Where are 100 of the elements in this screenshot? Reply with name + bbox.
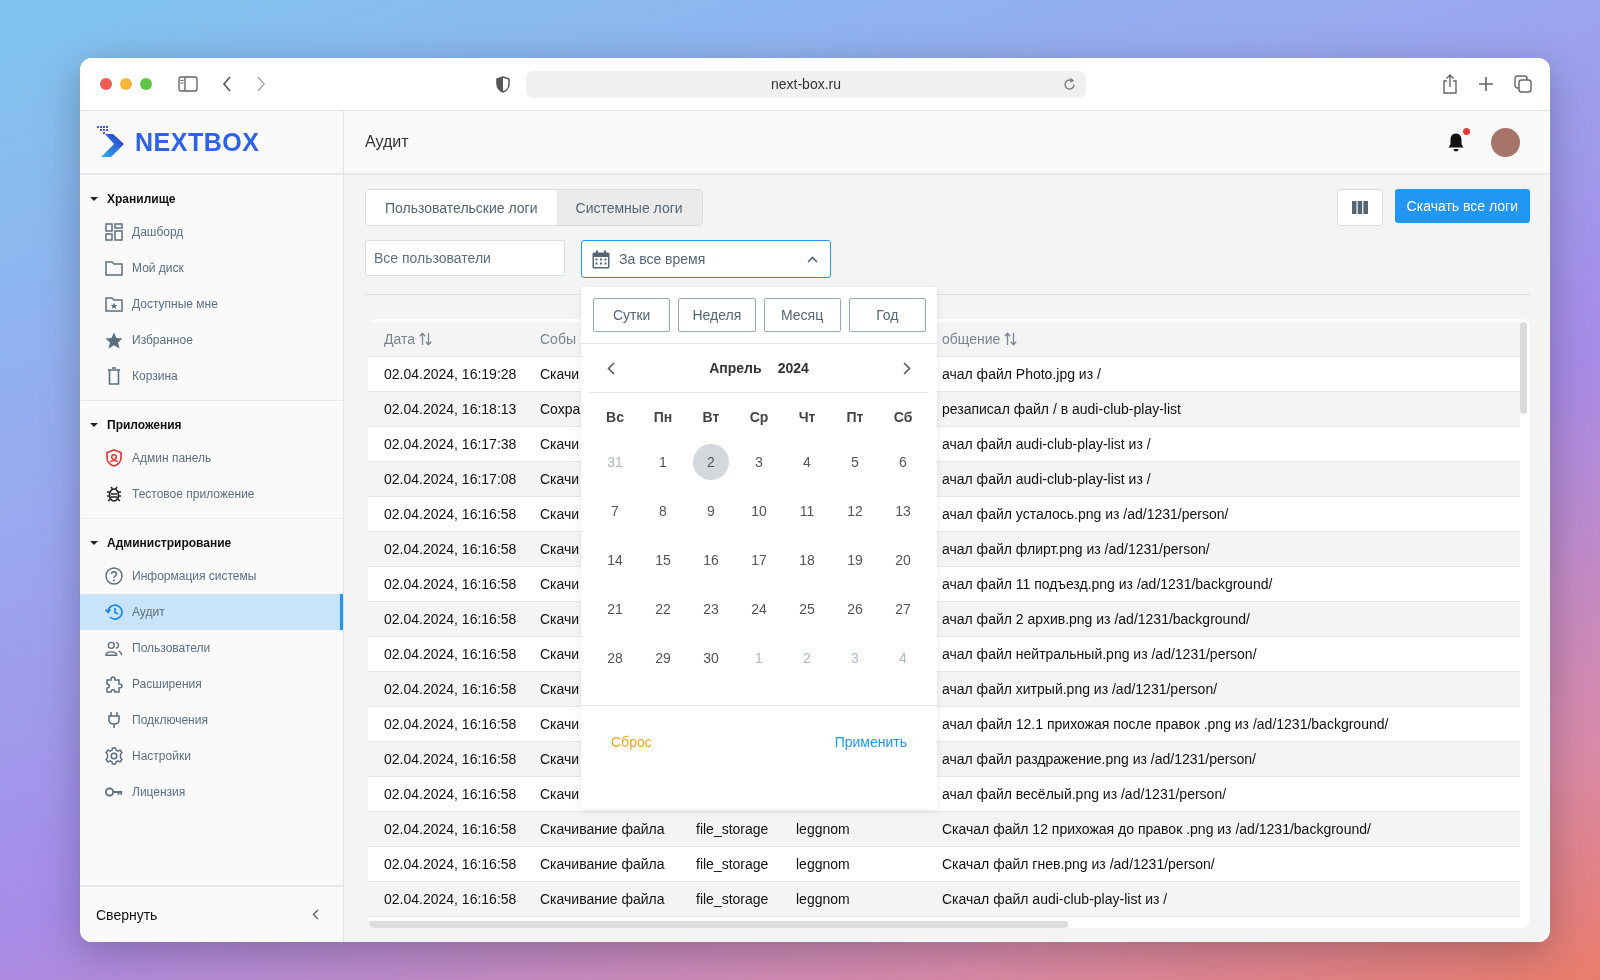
preset-button[interactable]: Год [848, 298, 926, 332]
sidebar-toggle-icon[interactable] [178, 76, 198, 92]
chevron-left-icon[interactable] [312, 909, 319, 920]
sidebar-item[interactable]: Подключения [80, 702, 343, 738]
calendar-day[interactable]: 26 [837, 590, 873, 627]
calendar-day[interactable]: 11 [789, 492, 825, 529]
calendar-day[interactable]: 15 [645, 541, 681, 578]
users-field[interactable]: Все пользователи [365, 240, 565, 276]
calendar-day[interactable]: 2 [693, 443, 729, 480]
columns-button[interactable] [1336, 189, 1383, 226]
table-cell: Скачи [540, 506, 580, 522]
calendar-day[interactable]: 13 [885, 492, 921, 529]
table-cell: 02.04.2024, 16:16:58 [384, 576, 517, 592]
calendar-day[interactable]: 6 [885, 443, 921, 480]
calendar-day[interactable]: 18 [789, 541, 825, 578]
tab[interactable]: Пользовательские логи [366, 190, 557, 225]
section-header[interactable]: Администрирование [80, 528, 343, 558]
sidebar-item[interactable]: Пользователи [80, 630, 343, 666]
table-cell: ачал файл Photo.jpg из / [942, 366, 1101, 382]
sidebar-item[interactable]: Доступные мне [80, 286, 343, 322]
sidebar-item[interactable]: Мой диск [80, 250, 343, 286]
share-icon[interactable] [1442, 74, 1458, 94]
calendar-day[interactable]: 1 [645, 443, 681, 480]
sort-icon[interactable] [1004, 332, 1018, 346]
shield-icon [105, 449, 123, 467]
preset-button[interactable]: Неделя [678, 298, 756, 332]
sidebar-item[interactable]: Расширения [80, 666, 343, 702]
calendar-day[interactable]: 23 [693, 590, 729, 627]
tab[interactable]: Системные логи [556, 190, 702, 225]
bell-icon[interactable] [1447, 132, 1465, 152]
table-cell: Скачал файл audi-club-play-list из / [942, 891, 1168, 907]
calendar-day[interactable]: 3 [741, 443, 777, 480]
calendar-day[interactable]: 8 [645, 492, 681, 529]
address-bar[interactable]: next-box.ru [526, 70, 1086, 98]
collapse-button[interactable]: Свернуть [96, 906, 158, 923]
calendar-day[interactable]: 20 [885, 541, 921, 578]
table-cell: leggnom [796, 856, 850, 872]
calendar-day[interactable]: 4 [789, 443, 825, 480]
calendar-day[interactable]: 25 [789, 590, 825, 627]
calendar-day[interactable]: 17 [741, 541, 777, 578]
logo-arrow-icon [97, 126, 125, 158]
section-header[interactable]: Приложения [80, 410, 343, 440]
calendar-day[interactable]: 7 [597, 492, 633, 529]
calendar-day[interactable]: 16 [693, 541, 729, 578]
avatar[interactable] [1491, 127, 1520, 157]
sidebar-item[interactable]: Корзина [80, 358, 343, 394]
table-cell: Скачи [540, 471, 580, 487]
new-tab-icon[interactable] [1478, 76, 1494, 92]
next-month-icon[interactable] [903, 361, 911, 375]
forward-icon[interactable] [256, 76, 266, 92]
grid-icon [105, 223, 123, 241]
sidebar-item[interactable]: Аудит [80, 594, 343, 630]
calendar-day[interactable]: 28 [597, 639, 633, 676]
previous-month-icon[interactable] [607, 361, 615, 375]
logo-text: NEXTBOX [135, 127, 260, 157]
preset-button[interactable]: Сутки [593, 298, 671, 332]
calendar-day[interactable]: 21 [597, 590, 633, 627]
calendar-day[interactable]: 9 [693, 492, 729, 529]
table-cell: ачал файл флирт.png из /ad/1231/person/ [942, 541, 1210, 557]
sidebar-item[interactable]: Настройки [80, 738, 343, 774]
reload-icon[interactable] [1063, 77, 1076, 91]
back-icon[interactable] [222, 76, 232, 92]
calendar-day[interactable]: 27 [885, 590, 921, 627]
calendar-day[interactable]: 14 [597, 541, 633, 578]
sidebar-item[interactable]: Дашборд [80, 214, 343, 250]
calendar-day[interactable]: 5 [837, 443, 873, 480]
table-cell: ачал файл 11 подъезд.png из /ad/1231/background/ [942, 576, 1273, 592]
close-button[interactable] [100, 78, 112, 90]
month-label[interactable]: Апрель [709, 360, 762, 376]
column-header[interactable]: общение [942, 331, 1001, 347]
sidebar-item[interactable]: Лицензия [80, 774, 343, 810]
table-cell: Скачивание файла [540, 891, 665, 907]
zoom-button[interactable] [140, 78, 152, 90]
calendar-day[interactable]: 29 [645, 639, 681, 676]
sidebar-item[interactable]: Избранное [80, 322, 343, 358]
sort-icon[interactable] [419, 332, 432, 346]
calendar-day[interactable]: 24 [741, 590, 777, 627]
horizontal-scrollbar[interactable] [368, 921, 1068, 928]
calendar-day[interactable]: 19 [837, 541, 873, 578]
table-cell: ачал файл раздражение.png из /ad/1231/person/ [942, 751, 1256, 767]
weekday-label: Вт [701, 408, 721, 427]
sidebar-item[interactable]: Тестовое приложение [80, 476, 343, 512]
table-cell: 02.04.2024, 16:19:28 [384, 366, 517, 382]
calendar-day[interactable]: 30 [693, 639, 729, 676]
section-header[interactable]: Хранилище [80, 184, 343, 214]
calendar-day[interactable]: 22 [645, 590, 681, 627]
tabs-overview-icon[interactable] [1514, 75, 1532, 93]
calendar-day[interactable]: 12 [837, 492, 873, 529]
preset-button[interactable]: Месяц [763, 298, 841, 332]
help-icon [105, 567, 123, 585]
year-label[interactable]: 2024 [777, 360, 809, 376]
calendar-day[interactable]: 10 [741, 492, 777, 529]
vertical-scrollbar[interactable] [1520, 322, 1527, 414]
table-cell: 02.04.2024, 16:16:58 [384, 786, 517, 802]
sidebar-item[interactable]: Информация системы [80, 558, 343, 594]
table-cell: ачал файл усталось.png из /ad/1231/person/ [942, 506, 1229, 522]
caret-icon [90, 541, 98, 545]
shield-icon[interactable] [496, 75, 510, 93]
period-dropdown[interactable]: За все время [581, 240, 831, 278]
sidebar-item[interactable]: Админ панель [80, 440, 343, 476]
